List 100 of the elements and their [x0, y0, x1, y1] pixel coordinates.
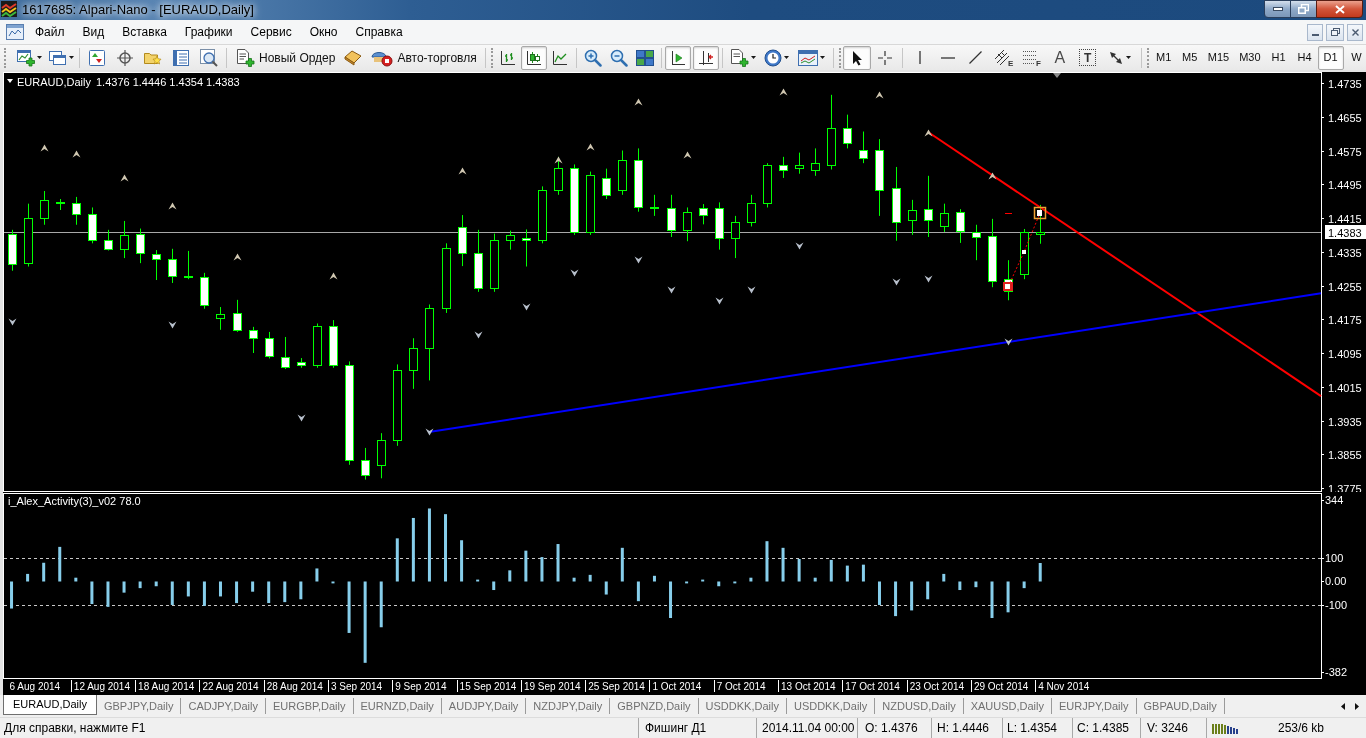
timeframe-button[interactable]: W [1343, 45, 1366, 70]
histogram-bar [926, 581, 930, 600]
candlestick [667, 194, 676, 238]
histogram-bar [958, 581, 962, 591]
toolbar-grip[interactable] [1146, 47, 1149, 68]
timeframe-button[interactable]: H4 [1291, 45, 1318, 70]
price-label: 1.3855 [1328, 448, 1362, 461]
price-label: 1.4015 [1328, 381, 1362, 394]
price-label: 1.4575 [1328, 145, 1362, 158]
chart-tab[interactable]: GBPNZD,Daily [610, 698, 699, 714]
candlestick [313, 322, 322, 369]
close-button[interactable] [1316, 0, 1363, 18]
tab-scroll-left-button[interactable] [1339, 700, 1347, 712]
auto-trading-button[interactable]: Авто-торговля [366, 45, 482, 70]
close-icon [1334, 4, 1345, 14]
text-tool-button[interactable]: A [1045, 45, 1074, 70]
candlestick [216, 306, 225, 331]
histogram-bar [283, 581, 287, 603]
child-minimize-button[interactable] [1307, 23, 1323, 41]
candlestick [940, 203, 949, 233]
text-label-tool-button[interactable]: T [1079, 49, 1097, 66]
candlestick [8, 229, 17, 272]
toolbar-grip[interactable] [838, 47, 841, 68]
date-label: 22 Aug 2014 [202, 681, 259, 692]
menu-item[interactable]: Вставка [113, 22, 176, 42]
histogram-bar [524, 550, 528, 582]
chart-shift-button[interactable] [692, 45, 719, 70]
candlestick [200, 272, 209, 310]
volume-value: V: 3246 [1147, 720, 1188, 737]
restore-icon [1330, 28, 1340, 36]
candlestick [184, 250, 193, 280]
chart-tab[interactable]: XAUUSD,Daily [963, 698, 1052, 714]
chart-tab[interactable]: EURNZD,Daily [353, 698, 442, 714]
histogram-bar [685, 581, 689, 584]
histogram-bar [42, 562, 46, 582]
menu-item[interactable]: Файл [26, 22, 74, 42]
histogram-bar [974, 581, 978, 588]
chart-tab[interactable]: GBPAUD,Daily [1136, 698, 1225, 714]
chart-header: EURAUD,Daily 1.4376 1.4446 1.4354 1.4383 [17, 76, 240, 88]
chart-tab[interactable]: USDDKK,Daily [698, 698, 787, 714]
menu-item[interactable]: Графики [175, 22, 242, 42]
price-label: 1.4095 [1328, 347, 1362, 360]
vertical-line-icon [918, 51, 921, 64]
clock-icon [764, 48, 783, 67]
timeframe-button[interactable]: D1 [1317, 45, 1344, 70]
down-arrow-marker-icon [634, 256, 643, 264]
price-label: 1.3935 [1328, 415, 1362, 428]
down-arrow-marker-icon [297, 414, 306, 422]
candlestick [731, 215, 740, 259]
chart-tab[interactable]: AUDJPY,Daily [441, 698, 527, 714]
chart-tab[interactable]: USDDKK,Daily [786, 698, 876, 714]
candlestick [458, 214, 467, 267]
quotes-window-icon [89, 49, 105, 66]
menu-item[interactable]: Сервис [241, 22, 301, 42]
chart-tab[interactable]: CADJPY,Daily [181, 698, 266, 714]
timeframe-button[interactable]: M1 [1150, 45, 1177, 70]
candlestick [586, 171, 595, 236]
menu-item[interactable]: Окно [300, 22, 347, 42]
child-restore-button[interactable] [1326, 23, 1344, 41]
toolbar-grip[interactable] [490, 47, 493, 68]
cursor-button[interactable] [842, 45, 871, 70]
chart-tab[interactable]: NZDJPY,Daily [526, 698, 611, 714]
chart-tab[interactable]: EURJPY,Daily [1052, 698, 1137, 714]
timeframe-button[interactable]: M30 [1234, 45, 1266, 70]
indicator-title: i_Alex_Activity(3)_v02 78.0 [8, 495, 141, 507]
tab-scroll-right-button[interactable] [1353, 700, 1361, 712]
timeframe-button[interactable]: M5 [1176, 45, 1203, 70]
chart-tab[interactable]: GBPJPY,Daily [96, 698, 182, 714]
date-label: 7 Oct 2014 [716, 681, 766, 692]
new-order-button[interactable]: Новый Ордер [230, 45, 341, 70]
timeframe-button[interactable]: M15 [1202, 45, 1235, 70]
histogram-bar [154, 581, 158, 587]
caret-icon [68, 56, 74, 59]
candlestick [747, 194, 756, 227]
menu-item[interactable]: Справка [346, 22, 412, 42]
date-label: 12 Aug 2014 [73, 681, 130, 692]
histogram-bar [894, 581, 898, 617]
timeframe-button[interactable]: H1 [1265, 45, 1292, 70]
minimize-button[interactable] [1264, 0, 1291, 18]
chart-shift-marker-icon [1053, 73, 1061, 78]
histogram-bar [315, 568, 319, 582]
histogram-bar [942, 573, 946, 582]
histogram-bar [845, 565, 849, 582]
date-label: 6 Aug 2014 [9, 681, 61, 692]
chart-type-button[interactable] [520, 45, 547, 70]
histogram-bar [990, 581, 994, 618]
chart-window-icon [6, 24, 24, 40]
down-arrow-marker-icon [168, 321, 177, 329]
autoscroll-button[interactable] [664, 45, 691, 70]
child-close-button[interactable] [1347, 23, 1363, 41]
restore-button[interactable] [1291, 0, 1316, 18]
chart-tab[interactable]: EURAUD,Daily [3, 695, 97, 715]
candlestick [618, 150, 627, 196]
chart-tab[interactable]: NZDUSD,Daily [875, 698, 964, 714]
list-window-icon [173, 49, 189, 66]
right-triangle-icon [1355, 702, 1359, 710]
menu-item[interactable]: Вид [73, 22, 114, 42]
candlestick [650, 194, 659, 217]
minimize-icon [1272, 7, 1283, 11]
chart-tab[interactable]: EURGBP,Daily [265, 698, 354, 714]
